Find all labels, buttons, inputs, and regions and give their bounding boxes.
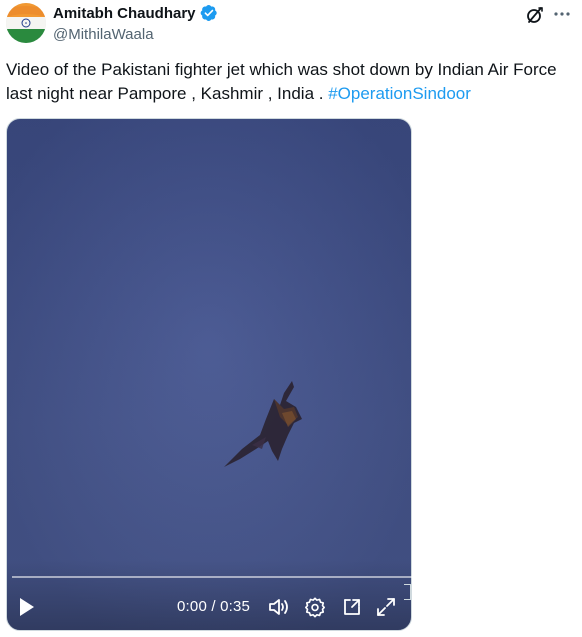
scroll-edge bbox=[404, 584, 411, 600]
settings-gear-icon bbox=[305, 597, 325, 618]
more-icon bbox=[554, 12, 570, 16]
tweet-body: Video of the Pakistani fighter jet which… bbox=[6, 60, 557, 103]
tweet-text: Video of the Pakistani fighter jet which… bbox=[6, 58, 566, 106]
video-frame bbox=[7, 119, 411, 630]
video-player[interactable] bbox=[6, 118, 412, 631]
controls-overlay bbox=[7, 560, 411, 630]
picture-in-picture-icon bbox=[344, 599, 360, 615]
video-progress-bar[interactable] bbox=[12, 576, 574, 578]
play-button[interactable] bbox=[18, 597, 36, 617]
author-handle[interactable]: @MithilaWaala bbox=[53, 26, 154, 43]
more-options-button[interactable] bbox=[551, 4, 573, 26]
play-icon bbox=[20, 598, 34, 616]
volume-icon bbox=[269, 599, 288, 615]
volume-button[interactable] bbox=[268, 597, 290, 617]
duration: 0:35 bbox=[220, 598, 251, 615]
indian-flag-avatar-icon bbox=[6, 3, 46, 43]
settings-button[interactable] bbox=[304, 596, 326, 618]
fullscreen-button[interactable] bbox=[376, 597, 396, 617]
fullscreen-icon bbox=[377, 598, 395, 616]
hashtag-link[interactable]: #OperationSindoor bbox=[328, 84, 471, 103]
picture-in-picture-button[interactable] bbox=[341, 596, 363, 618]
avatar[interactable] bbox=[6, 3, 46, 43]
author-display-name[interactable]: Amitabh Chaudhary bbox=[53, 5, 196, 22]
grok-button[interactable] bbox=[524, 4, 546, 26]
verified-badge-icon[interactable] bbox=[200, 4, 218, 22]
current-time: 0:00 bbox=[177, 598, 207, 615]
grok-icon bbox=[527, 7, 543, 23]
fighter-jet-image bbox=[224, 381, 302, 467]
video-time: 0:00 / 0:35 bbox=[177, 598, 250, 615]
time-separator: / bbox=[207, 598, 221, 615]
